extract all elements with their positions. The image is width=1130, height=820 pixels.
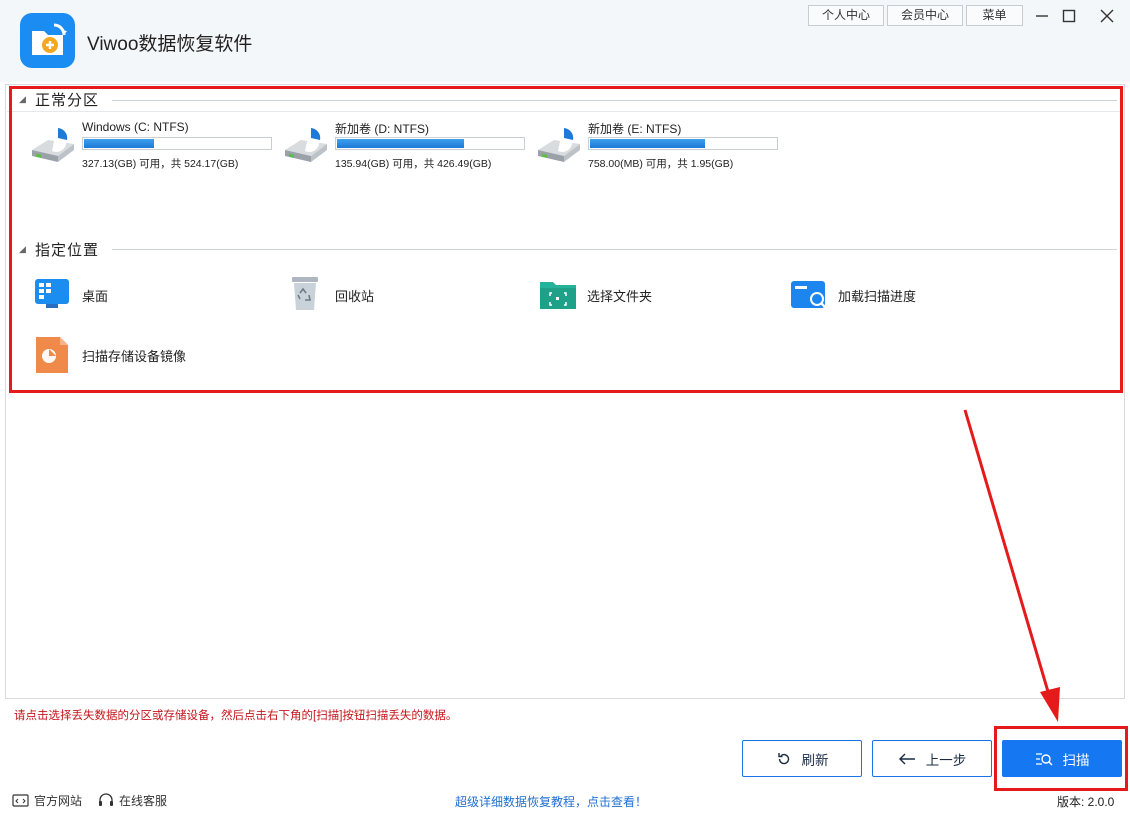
location-label: 扫描存储设备镜像: [82, 349, 187, 364]
tutorial-link[interactable]: 超级详细数据恢复教程，点击查看！: [455, 793, 647, 810]
locations-section-title: 指定位置: [35, 242, 100, 259]
hard-drive-icon: [538, 128, 580, 162]
section-divider: [112, 249, 1117, 250]
refresh-button[interactable]: 刷新: [742, 740, 862, 777]
title-bar: Viwoo数据恢复软件 个人中心 会员中心 菜单: [0, 0, 1130, 82]
scan-icon: [1035, 752, 1053, 766]
menu-button[interactable]: 菜单: [966, 5, 1023, 26]
app-title: Viwoo数据恢复软件: [87, 34, 253, 55]
location-label: 选择文件夹: [587, 289, 653, 304]
drive-name: 新加卷 (D: NTFS): [335, 122, 429, 136]
version-label: 版本: 2.0.0: [1057, 795, 1115, 809]
location-select-folder[interactable]: 选择文件夹: [539, 274, 769, 314]
app-logo: [20, 13, 75, 68]
location-label: 桌面: [82, 289, 109, 304]
drive-usage-fill: [84, 139, 154, 148]
drive-item-e[interactable]: 新加卷 (E: NTFS) 758.00(MB) 可用，共 1.95(GB): [534, 118, 784, 178]
scan-button-label: 扫描: [1062, 752, 1090, 768]
partitions-section-header[interactable]: ◢ 正常分区: [19, 89, 99, 110]
disk-image-icon: [36, 337, 68, 373]
section-divider: [112, 100, 1117, 101]
drive-name: 新加卷 (E: NTFS): [588, 122, 682, 136]
drive-usage-bar: [335, 137, 525, 150]
drive-capacity-text: 135.94(GB) 可用，共 426.49(GB): [335, 158, 492, 170]
location-recycle-bin[interactable]: 回收站: [287, 274, 517, 314]
drive-capacity-text: 758.00(MB) 可用，共 1.95(GB): [588, 158, 734, 170]
drive-usage-bar: [82, 137, 272, 150]
location-label: 加载扫描进度: [838, 289, 917, 304]
drive-name: Windows (C: NTFS): [82, 120, 189, 134]
back-button-label: 上一步: [925, 752, 967, 768]
official-website-label: 官方网站: [34, 794, 83, 808]
drive-usage-fill: [337, 139, 464, 148]
location-desktop[interactable]: 桌面: [34, 274, 264, 314]
online-support-label: 在线客服: [119, 794, 168, 808]
location-load-progress[interactable]: 加载扫描进度: [790, 274, 1020, 314]
back-button[interactable]: 上一步: [872, 740, 992, 777]
instruction-hint: 请点击选择丢失数据的分区或存储设备，然后点击右下角的[扫描]按钮扫描丢失的数据。: [14, 710, 458, 722]
collapse-triangle-icon[interactable]: ◢: [19, 244, 35, 255]
scan-button[interactable]: 扫描: [1002, 740, 1122, 777]
refresh-button-label: 刷新: [801, 752, 829, 768]
load-progress-icon: [791, 281, 827, 309]
member-center-button[interactable]: 会员中心: [887, 5, 963, 26]
maximize-icon[interactable]: [1057, 4, 1081, 28]
location-label: 回收站: [335, 289, 375, 304]
drive-item-d[interactable]: 新加卷 (D: NTFS) 135.94(GB) 可用，共 426.49(GB): [281, 118, 531, 178]
partitions-section-title: 正常分区: [35, 92, 100, 109]
drive-item-c[interactable]: Windows (C: NTFS) 327.13(GB) 可用，共 524.17…: [28, 118, 278, 178]
section-divider: [7, 111, 1123, 112]
folder-select-icon: [540, 282, 576, 309]
desktop-icon: [35, 279, 69, 308]
recycle-bin-icon: [292, 277, 318, 310]
online-support-link[interactable]: 在线客服: [98, 792, 167, 809]
close-icon[interactable]: [1095, 4, 1119, 28]
website-icon: [12, 793, 29, 807]
hard-drive-icon: [32, 128, 74, 162]
official-website-link[interactable]: 官方网站: [12, 792, 82, 809]
drive-usage-bar: [588, 137, 778, 150]
location-disk-image[interactable]: 扫描存储设备镜像: [34, 334, 264, 374]
locations-section-header[interactable]: ◢ 指定位置: [19, 239, 99, 260]
hard-drive-icon: [285, 128, 327, 162]
refresh-icon: [777, 752, 789, 764]
drive-usage-fill: [590, 139, 705, 148]
collapse-triangle-icon[interactable]: ◢: [19, 94, 35, 105]
arrow-left-icon: [898, 753, 915, 764]
minimize-icon[interactable]: [1030, 4, 1054, 28]
drive-capacity-text: 327.13(GB) 可用，共 524.17(GB): [82, 158, 239, 170]
personal-center-button[interactable]: 个人中心: [808, 5, 884, 26]
headset-icon: [99, 793, 113, 806]
